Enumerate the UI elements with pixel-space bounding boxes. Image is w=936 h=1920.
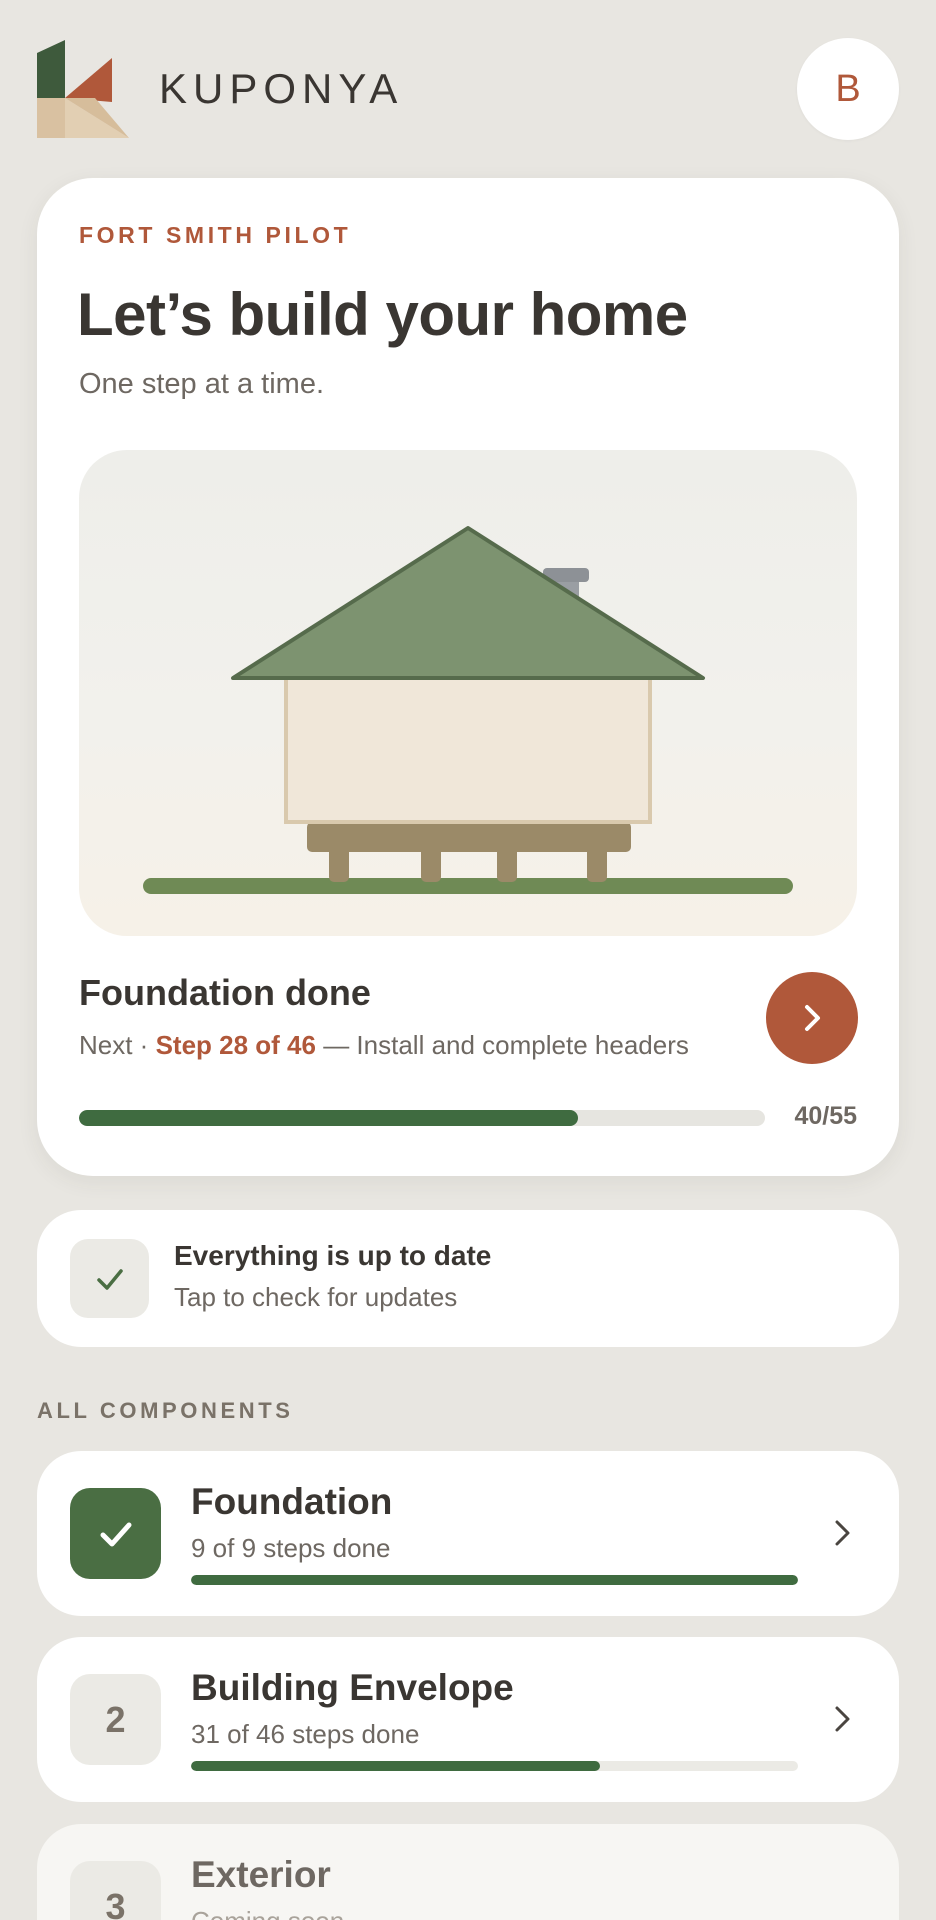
house-illustration xyxy=(79,450,857,936)
component-card-building-envelope[interactable]: 2 Building Envelope 31 of 46 steps done xyxy=(37,1637,899,1802)
next-step-line: Next · Step 28 of 46 — Install and compl… xyxy=(79,1030,689,1061)
check-icon xyxy=(100,1522,131,1546)
component-card-exterior[interactable]: 3 Exterior Coming soon xyxy=(37,1824,899,1920)
project-eyebrow: FORT SMITH PILOT xyxy=(79,222,352,248)
component-number-badge: 2 xyxy=(70,1674,161,1765)
check-icon xyxy=(96,1268,123,1290)
component-number-badge: 3 xyxy=(70,1861,161,1920)
milestone-title: Foundation done xyxy=(79,972,371,1013)
component-done-badge xyxy=(70,1488,161,1579)
next-prefix: Next · xyxy=(79,1030,156,1060)
update-status-badge xyxy=(70,1239,149,1318)
build-progress-card: FORT SMITH PILOT Let’s build your home O… xyxy=(37,178,899,1176)
component-steps: 9 of 9 steps done xyxy=(191,1533,391,1563)
component-progress-fill xyxy=(191,1575,798,1585)
component-steps: 31 of 46 steps done xyxy=(191,1719,420,1749)
component-name: Foundation xyxy=(191,1481,393,1522)
next-step-title: — Install and complete headers xyxy=(315,1030,689,1060)
component-steps: Coming soon xyxy=(191,1906,344,1920)
ground-line xyxy=(143,878,793,894)
continue-button[interactable] xyxy=(766,972,858,1064)
component-progress-fill xyxy=(191,1761,601,1771)
page-title: Let’s build your home xyxy=(77,281,688,348)
page-subtitle: One step at a time. xyxy=(79,368,325,400)
section-label-components: ALL COMPONENTS xyxy=(37,1398,294,1423)
app-header: KUPONYA B xyxy=(37,38,899,140)
foundation-sill xyxy=(307,822,631,852)
house-walls xyxy=(284,674,652,824)
overall-progress-fill xyxy=(79,1110,578,1126)
component-card-foundation[interactable]: Foundation 9 of 9 steps done xyxy=(37,1451,899,1616)
house-roof xyxy=(231,526,705,680)
component-name: Exterior xyxy=(191,1854,331,1895)
user-avatar-button[interactable]: B xyxy=(797,38,899,140)
chevron-right-icon xyxy=(805,1005,820,1031)
component-progress-bar xyxy=(191,1761,798,1771)
check-updates-card[interactable]: Everything is up to date Tap to check fo… xyxy=(37,1210,899,1347)
overall-progress-bar xyxy=(79,1110,765,1126)
chevron-right-icon xyxy=(827,1703,859,1735)
chevron-right-icon xyxy=(827,1517,859,1549)
home-screen: KUPONYA B FORT SMITH PILOT Let’s build y… xyxy=(0,0,936,1920)
component-progress-bar xyxy=(191,1575,798,1585)
brand: KUPONYA xyxy=(37,40,403,138)
next-step-number: Step 28 of 46 xyxy=(155,1030,316,1060)
overall-progress-count: 40/55 xyxy=(794,1102,857,1130)
kuponya-logo-icon xyxy=(37,40,129,138)
house-drawing xyxy=(143,526,793,894)
update-status-subtitle: Tap to check for updates xyxy=(174,1282,458,1312)
component-name: Building Envelope xyxy=(191,1667,514,1708)
update-status-title: Everything is up to date xyxy=(174,1240,492,1271)
brand-name: KUPONYA xyxy=(159,65,404,112)
